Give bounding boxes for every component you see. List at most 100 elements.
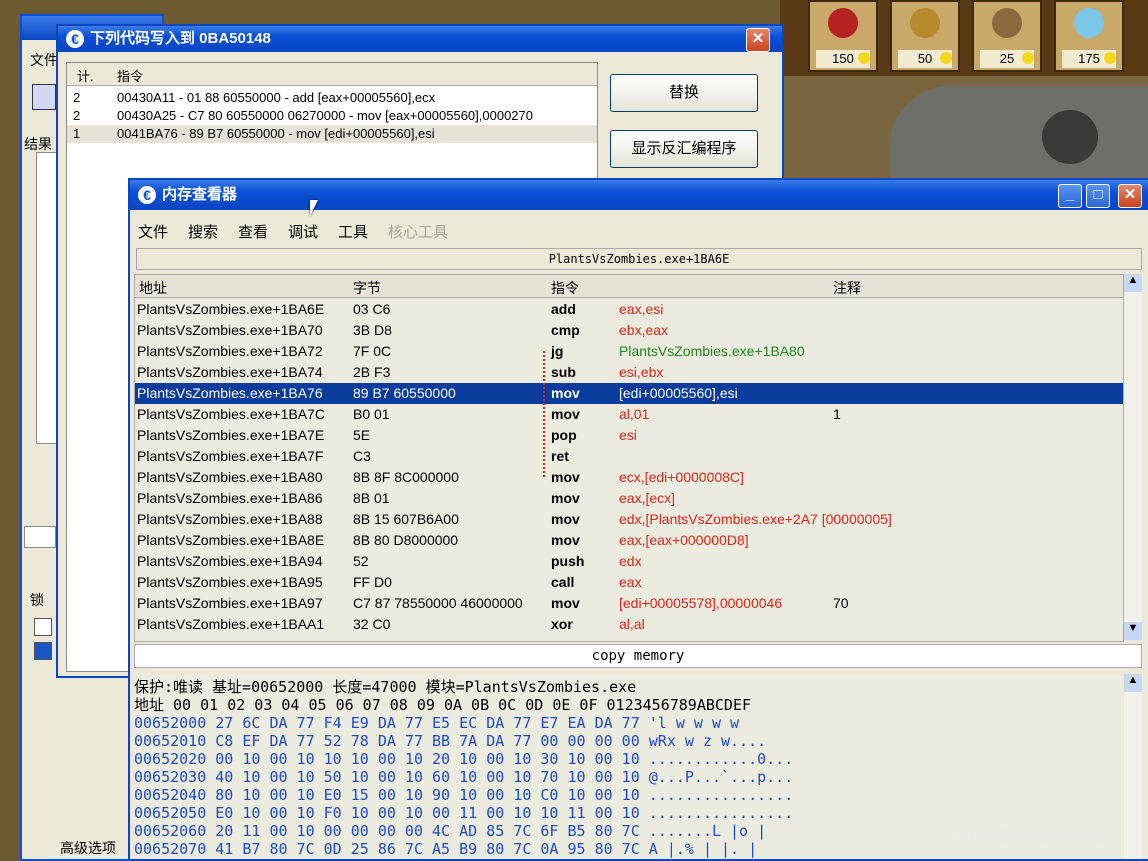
header-bytes[interactable]: 字节 xyxy=(353,278,381,298)
seed-packet-card[interactable]: 150 xyxy=(808,0,878,72)
disasm-scrollbar[interactable]: ▲ ▼ xyxy=(1124,274,1142,640)
disasm-row[interactable]: PlantsVsZombies.exe+1BA97 C7 87 78550000 … xyxy=(135,593,1123,614)
header-address[interactable]: 地址 xyxy=(139,278,167,298)
potato-mine-icon xyxy=(992,8,1022,38)
minimize-button[interactable]: _ xyxy=(1058,184,1082,208)
code-row[interactable]: 1 0041BA76 - 89 B7 60550000 - mov [edi+00… xyxy=(67,125,597,143)
disasm-args: edx,[PlantsVsZombies.exe+2A7 [00000005] xyxy=(619,511,892,527)
header-comment[interactable]: 注释 xyxy=(833,278,861,298)
disasm-opcode: jg xyxy=(551,343,564,359)
menu-item[interactable]: 查看 xyxy=(238,221,268,242)
bg-button[interactable] xyxy=(24,526,56,548)
bg-menu-file[interactable]: 文件 xyxy=(30,50,58,70)
seed-packet-card[interactable]: 175 xyxy=(1054,0,1124,72)
disasm-args: ebx,eax xyxy=(619,322,669,338)
disasm-row[interactable]: PlantsVsZombies.exe+1BAA1 32 C0 xor al,al xyxy=(135,614,1123,635)
menu-item[interactable]: 调试 xyxy=(288,221,318,242)
disasm-bytes: 7F 0C xyxy=(353,343,392,359)
sun-icon xyxy=(940,52,952,64)
disasm-row[interactable]: PlantsVsZombies.exe+1BA70 3B D8 cmp ebx,eax xyxy=(135,320,1123,341)
disasm-comment: 70 xyxy=(833,595,849,611)
disasm-opcode: mov xyxy=(551,469,580,485)
disassembly-panel[interactable]: 地址 字节 指令 注释 PlantsVsZombies.exe+1BA6E 03 … xyxy=(134,274,1124,642)
sun-icon xyxy=(1104,52,1116,64)
memory-viewer-titlebar: € 内存查看器 _ □ ✕ xyxy=(130,180,1148,210)
watermark: CSDN @zhaopeng01zp xyxy=(948,828,1109,845)
scroll-up-icon[interactable]: ▲ xyxy=(1124,274,1142,292)
scroll-up-icon[interactable]: ▲ xyxy=(1124,674,1142,692)
code-row[interactable]: 2 00430A11 - 01 88 60550000 - add [eax+00… xyxy=(67,89,597,107)
disasm-row[interactable]: PlantsVsZombies.exe+1BA8E 8B 80 D8000000 m… xyxy=(135,530,1123,551)
disasm-row[interactable]: PlantsVsZombies.exe+1BA7F C3 ret xyxy=(135,446,1123,467)
hex-row[interactable]: 00652010 C8 EF DA 77 52 78 DA 77 BB 7A D… xyxy=(134,732,766,750)
disasm-bytes: 03 C6 xyxy=(353,301,391,317)
close-button[interactable]: ✕ xyxy=(1118,184,1142,208)
snow-pea-icon xyxy=(1074,8,1104,38)
copy-memory-bar: copy memory xyxy=(134,644,1142,668)
disasm-opcode: call xyxy=(551,574,575,590)
disasm-opcode: mov xyxy=(551,595,580,611)
disasm-row[interactable]: PlantsVsZombies.exe+1BA88 8B 15 607B6A00 m… xyxy=(135,509,1123,530)
disasm-row[interactable]: PlantsVsZombies.exe+1BA7E 5E pop esi xyxy=(135,425,1123,446)
disasm-row[interactable]: PlantsVsZombies.exe+1BA72 7F 0C jg PlantsVs… xyxy=(135,341,1123,362)
close-button[interactable]: ✕ xyxy=(746,28,770,52)
show-disassembler-button[interactable]: 显示反汇编程序 xyxy=(610,130,758,168)
code-count: 2 xyxy=(73,108,81,123)
menu-item[interactable]: 工具 xyxy=(338,221,368,242)
replace-button[interactable]: 替换 xyxy=(610,74,758,112)
hex-row[interactable]: 00652060 20 11 00 10 00 00 00 00 4C AD 8… xyxy=(134,822,766,840)
seed-packet-card[interactable]: 50 xyxy=(890,0,960,72)
bg-checkbox-selected[interactable] xyxy=(34,642,52,660)
code-row[interactable]: 2 00430A25 - C7 80 60550000 06270000 - mo… xyxy=(67,107,597,125)
hex-row[interactable]: 00652000 27 6C DA 77 F4 E9 DA 77 E5 EC D… xyxy=(134,714,739,732)
maximize-button[interactable]: □ xyxy=(1086,184,1110,208)
scroll-down-icon[interactable]: ▼ xyxy=(1124,622,1142,640)
hex-scrollbar[interactable]: ▲ xyxy=(1124,674,1142,859)
menu-bar: 文件 搜索 查看 调试 工具 核心工具 xyxy=(130,218,1144,242)
disasm-args: eax xyxy=(619,574,642,590)
hex-row[interactable]: 00652020 00 10 00 10 10 10 00 10 20 10 0… xyxy=(134,750,793,768)
bg-toolbar-icon[interactable] xyxy=(32,84,56,110)
disasm-address: PlantsVsZombies.exe+1BA7E xyxy=(137,427,325,443)
code-instruction: 0041BA76 - 89 B7 60550000 - mov [edi+000… xyxy=(117,126,435,141)
menu-item[interactable]: 搜索 xyxy=(188,221,218,242)
cheat-engine-icon: € xyxy=(66,30,84,48)
disasm-address: PlantsVsZombies.exe+1BA88 xyxy=(137,511,323,527)
disasm-row[interactable]: PlantsVsZombies.exe+1BA94 52 push edx xyxy=(135,551,1123,572)
hex-row[interactable]: 00652070 41 B7 80 7C 0D 25 86 7C A5 B9 8… xyxy=(134,840,757,858)
cheat-engine-icon: € xyxy=(138,186,156,204)
bg-lock-label: 锁 xyxy=(30,592,44,608)
disasm-bytes: 89 B7 60550000 xyxy=(353,385,456,401)
disasm-row[interactable]: PlantsVsZombies.exe+1BA7C B0 01 mov al,01 1 xyxy=(135,404,1123,425)
disasm-address: PlantsVsZombies.exe+1BA76 xyxy=(137,385,323,401)
disasm-address: PlantsVsZombies.exe+1BA94 xyxy=(137,553,323,569)
disasm-row[interactable]: PlantsVsZombies.exe+1BA74 2B F3 sub esi,ebx xyxy=(135,362,1123,383)
game-area: 150 50 25 175 xyxy=(780,0,1148,180)
disasm-address: PlantsVsZombies.exe+1BA86 xyxy=(137,490,323,506)
menu-item[interactable]: 文件 xyxy=(138,221,168,242)
bg-checkbox[interactable] xyxy=(34,618,52,636)
disasm-row[interactable]: PlantsVsZombies.exe+1BA6E 03 C6 add eax,esi xyxy=(135,299,1123,320)
disasm-row[interactable]: PlantsVsZombies.exe+1BA86 8B 01 mov eax,[ec… xyxy=(135,488,1123,509)
disasm-row[interactable]: PlantsVsZombies.exe+1BA80 8B 8F 8C000000 m… xyxy=(135,467,1123,488)
disasm-opcode: mov xyxy=(551,532,580,548)
menu-item[interactable]: 核心工具 xyxy=(388,221,448,242)
disasm-row[interactable]: PlantsVsZombies.exe+1BA76 89 B7 60550000 m… xyxy=(135,383,1123,404)
memory-viewer-title: 内存查看器 xyxy=(162,186,238,203)
disasm-bytes: C7 87 78550000 46000000 xyxy=(353,595,523,611)
disasm-address: PlantsVsZombies.exe+1BA7F xyxy=(137,448,324,464)
col-instr[interactable]: 指令 xyxy=(117,66,143,85)
bg-advanced-label[interactable]: 高级选项 xyxy=(60,838,116,858)
disasm-address: PlantsVsZombies.exe+1BA74 xyxy=(137,364,323,380)
header-opcode[interactable]: 指令 xyxy=(551,278,579,298)
seed-packet-card[interactable]: 25 xyxy=(972,0,1042,72)
hex-row[interactable]: 00652030 40 10 00 10 50 10 00 10 60 10 0… xyxy=(134,768,793,786)
disasm-address: PlantsVsZombies.exe+1BA95 xyxy=(137,574,323,590)
col-count[interactable]: 计. xyxy=(77,66,94,85)
hex-row[interactable]: 00652040 80 10 00 10 E0 15 00 10 90 10 0… xyxy=(134,786,793,804)
disasm-opcode: mov xyxy=(551,490,580,506)
disasm-bytes: 8B 8F 8C000000 xyxy=(353,469,459,485)
disasm-row[interactable]: PlantsVsZombies.exe+1BA95 FF D0 call eax xyxy=(135,572,1123,593)
disasm-args: esi,ebx xyxy=(619,364,664,380)
hex-row[interactable]: 00652050 E0 10 00 10 F0 10 00 10 00 11 0… xyxy=(134,804,793,822)
